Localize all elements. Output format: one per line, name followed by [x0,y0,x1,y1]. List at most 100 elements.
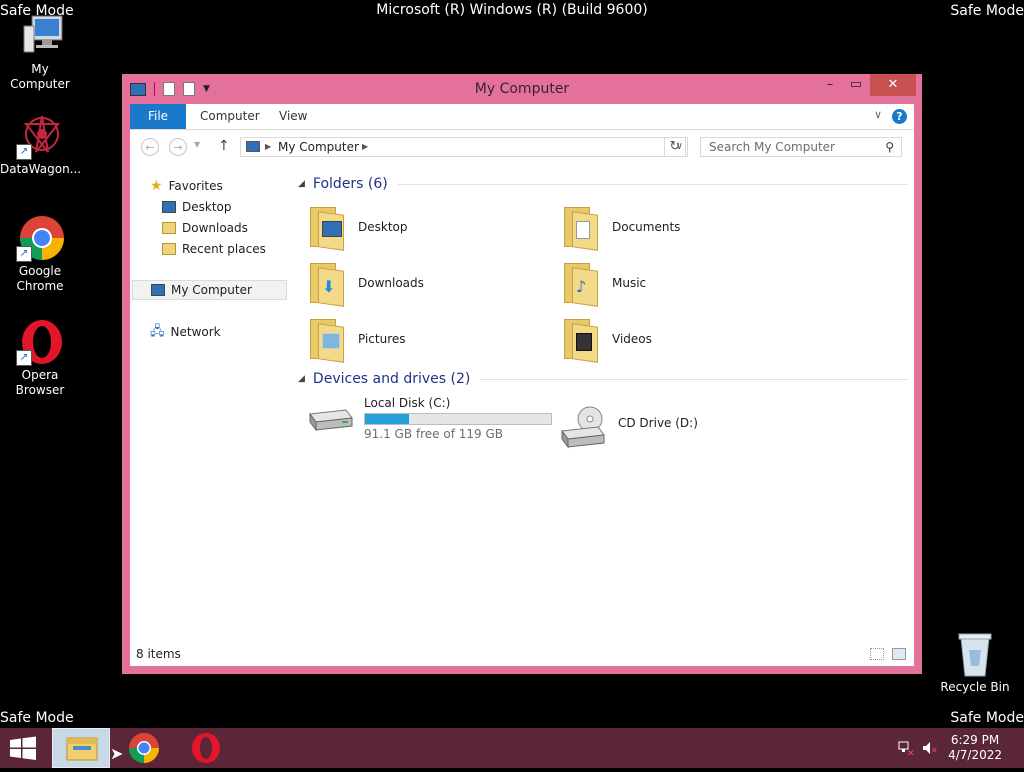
clock-time: 6:29 PM [950,733,1000,747]
opera-icon [192,733,220,763]
desktop-icon-label: Google Chrome [16,264,64,293]
nav-item-recent-places[interactable]: Recent places [162,239,266,259]
folder-tile-videos[interactable]: Videos [562,314,652,364]
network-status-icon[interactable]: ✕ [898,740,915,759]
nav-item-favorites[interactable]: ★ Favorites [150,176,223,196]
expand-ribbon-chevron-icon[interactable]: ∨ [874,108,882,121]
group-divider [397,183,908,185]
folder-label: Music [612,276,647,290]
title-bar[interactable]: ▼ My Computer – ▭ ✕ [122,74,922,104]
chrome-icon: ↗ [16,214,64,262]
refresh-button[interactable]: ↻ [664,137,686,157]
hard-drive-icon [306,404,354,440]
mouse-cursor-icon: ➤ [110,744,124,763]
large-icons-view-button[interactable] [892,648,906,660]
desktop-icon-my-computer[interactable]: My Computer [0,12,80,92]
desktop-icon-opera-browser[interactable]: ↗ Opera Browser [0,318,80,398]
nav-label: Network [170,325,221,339]
group-title: Devices and drives (2) [312,371,471,387]
folder-tile-desktop[interactable]: Desktop [308,202,408,252]
forward-button[interactable]: → [169,138,187,156]
desktop-icon-google-chrome[interactable]: ↗ Google Chrome [0,214,80,294]
drive-name: CD Drive (D:) [618,416,698,430]
shortcut-arrow-icon: ↗ [16,246,32,262]
address-bar[interactable]: ▶ My Computer ▶ ∨ [240,137,688,157]
folders-group-header[interactable]: ◢ Folders (6) [298,176,908,192]
back-button[interactable]: ← [141,138,159,156]
folder-tile-documents[interactable]: Documents [562,202,680,252]
shortcut-arrow-icon: ↗ [16,144,32,160]
group-title: Folders (6) [312,176,388,192]
desktop-folder-icon [308,205,348,251]
downloads-small-icon [162,222,176,234]
downloads-folder-icon: ⬇ [308,261,348,307]
details-view-button[interactable] [870,648,884,660]
volume-muted-icon[interactable]: ✕ [922,740,938,756]
shortcut-arrow-icon: ↗ [16,350,32,366]
recycle-bin-icon [951,630,999,678]
drive-free-space: 91.1 GB free of 119 GB [364,427,503,441]
taskbar: ➤ ✕ ✕ 6:29 PM 4/7/2022 [0,728,1024,768]
windows-logo-icon [10,736,36,760]
music-folder-icon: ♪ [562,261,602,307]
documents-folder-icon [562,205,602,251]
folder-tile-downloads[interactable]: ⬇ Downloads [308,258,424,308]
explorer-window: ▼ My Computer – ▭ ✕ File Computer View ∨… [122,74,922,674]
navigation-bar: ← → ▼ ↑ ▶ My Computer ▶ ∨ ↻ Search My Co… [130,130,914,164]
system-clock[interactable]: 6:29 PM 4/7/2022 [948,733,1002,763]
computer-icon [16,12,64,60]
tab-file[interactable]: File [130,104,186,129]
nav-item-downloads[interactable]: Downloads [162,218,248,238]
nav-label: My Computer [171,283,252,297]
nav-item-network[interactable]: 🖧 Network [150,322,221,342]
start-button[interactable] [8,728,40,768]
help-button[interactable]: ? [892,109,907,124]
collapse-triangle-icon[interactable]: ◢ [298,374,305,384]
devices-group-header[interactable]: ◢ Devices and drives (2) [298,371,908,387]
cd-drive-icon [560,405,608,449]
collapse-triangle-icon[interactable]: ◢ [298,179,305,189]
close-button[interactable]: ✕ [870,74,916,96]
navigation-pane: ★ Favorites Desktop Downloads Recent pla… [130,174,290,644]
status-bar: 8 items [130,644,914,666]
desktop-icon-label: My Computer [10,62,70,91]
folder-tile-music[interactable]: ♪ Music [562,258,646,308]
desktop-icon-datawagon[interactable]: ↗ DataWagon... [0,112,81,177]
folder-label: Documents [612,220,681,234]
nav-item-desktop[interactable]: Desktop [162,197,232,217]
window-title: My Computer [474,81,570,97]
ribbon: File Computer View ∨ ? [130,104,914,130]
drive-tile-cd-drive-d[interactable]: CD Drive (D:) [560,398,698,449]
breadcrumb-chevron-icon[interactable]: ▶ [362,142,368,151]
computer-small-icon [246,141,260,152]
nav-label: Desktop [182,200,232,214]
search-input[interactable]: Search My Computer ⚲ [700,137,902,157]
tab-view[interactable]: View [279,104,307,129]
tab-computer[interactable]: Computer [200,104,260,129]
videos-folder-icon [562,317,602,363]
taskbar-file-explorer[interactable] [52,728,110,768]
recent-locations-chevron-icon[interactable]: ▼ [194,140,200,149]
clock-date: 4/7/2022 [948,748,1002,762]
drive-tile-local-disk-c[interactable]: Local Disk (C:) 91.1 GB free of 119 GB [306,396,552,446]
minimize-button[interactable]: – [818,74,842,96]
folder-label: Downloads [358,276,424,290]
taskbar-google-chrome[interactable] [124,728,164,768]
folder-label: Desktop [358,220,408,234]
breadcrumb-my-computer[interactable]: My Computer [278,140,359,154]
taskbar-opera[interactable] [186,728,226,768]
nav-label: Recent places [182,242,266,256]
up-button[interactable]: ↑ [218,138,230,154]
group-divider [480,378,908,380]
search-placeholder: Search My Computer [709,140,835,154]
nav-item-my-computer[interactable]: My Computer [132,280,287,300]
folder-tile-pictures[interactable]: Pictures [308,314,406,364]
desktop-icon-label: Opera Browser [15,368,65,397]
desktop-icon-recycle-bin[interactable]: Recycle Bin [935,630,1015,695]
breadcrumb-chevron-icon[interactable]: ▶ [265,142,271,151]
search-icon[interactable]: ⚲ [885,140,894,154]
desktop-icon-label: Recycle Bin [940,680,1010,694]
maximize-button[interactable]: ▭ [844,74,868,96]
network-icon: 🖧 [150,324,165,339]
datawagon-icon: ↗ [16,112,64,160]
